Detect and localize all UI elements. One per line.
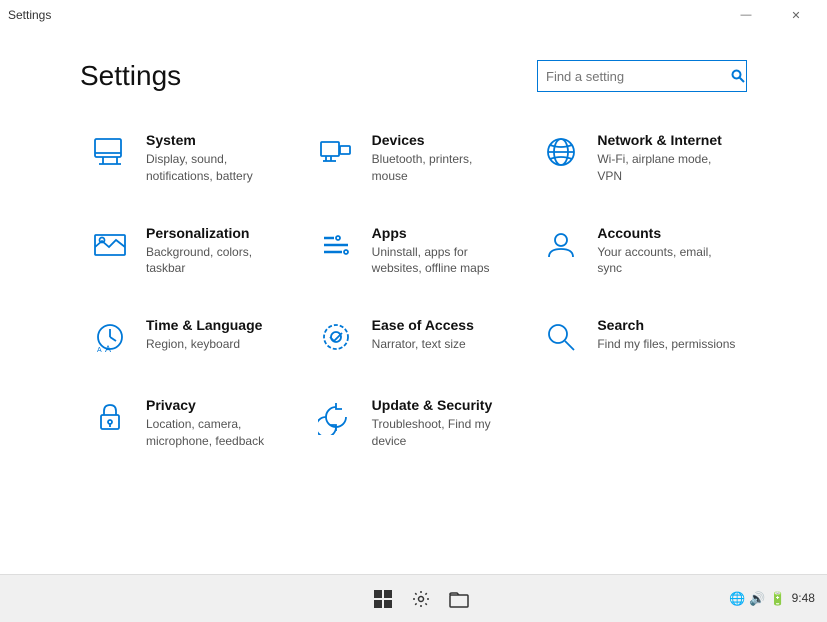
- search-desc: Find my files, permissions: [597, 336, 737, 353]
- system-text: System Display, sound, notifications, ba…: [146, 132, 286, 185]
- privacy-text: Privacy Location, camera, microphone, fe…: [146, 397, 286, 450]
- titlebar: Settings — ✕: [0, 0, 827, 30]
- search-input[interactable]: [538, 69, 730, 84]
- settings-item-ease[interactable]: Ease of Access Narrator, text size: [306, 307, 522, 367]
- taskbar-time: 9:48: [792, 591, 815, 607]
- personalization-name: Personalization: [146, 225, 286, 241]
- privacy-desc: Location, camera, microphone, feedback: [146, 416, 286, 450]
- privacy-name: Privacy: [146, 397, 286, 413]
- explorer-taskbar-icon[interactable]: [443, 583, 475, 615]
- system-name: System: [146, 132, 286, 148]
- header-row: Settings: [80, 60, 747, 92]
- taskbar: 🌐 🔊 🔋 9:48: [0, 574, 827, 622]
- accounts-icon: [541, 225, 581, 265]
- network-icon: [541, 132, 581, 172]
- time-desc: Region, keyboard: [146, 336, 286, 353]
- personalization-desc: Background, colors, taskbar: [146, 244, 286, 278]
- svg-text:A: A: [97, 347, 102, 354]
- settings-item-personalization[interactable]: Personalization Background, colors, task…: [80, 215, 296, 288]
- settings-item-privacy[interactable]: Privacy Location, camera, microphone, fe…: [80, 387, 296, 460]
- devices-desc: Bluetooth, printers, mouse: [372, 151, 512, 185]
- accounts-name: Accounts: [597, 225, 737, 241]
- svg-text:A: A: [105, 344, 111, 354]
- minimize-button[interactable]: —: [723, 0, 769, 30]
- search-name: Search: [597, 317, 737, 333]
- start-button[interactable]: [367, 583, 399, 615]
- ease-name: Ease of Access: [372, 317, 512, 333]
- settings-item-apps[interactable]: Apps Uninstall, apps for websites, offli…: [306, 215, 522, 288]
- system-desc: Display, sound, notifications, battery: [146, 151, 286, 185]
- taskbar-right: 🌐 🔊 🔋 9:48: [729, 591, 815, 607]
- update-icon: [316, 397, 356, 437]
- devices-icon: [316, 132, 356, 172]
- taskbar-center: [367, 583, 475, 615]
- network-sys-icon: 🌐: [729, 591, 745, 607]
- personalization-text: Personalization Background, colors, task…: [146, 225, 286, 278]
- close-button[interactable]: ✕: [773, 0, 819, 30]
- time-display: 9:48: [792, 591, 815, 607]
- time-name: Time & Language: [146, 317, 286, 333]
- ease-text: Ease of Access Narrator, text size: [372, 317, 512, 353]
- apps-name: Apps: [372, 225, 512, 241]
- settings-taskbar-icon[interactable]: [405, 583, 437, 615]
- sys-icons: 🌐 🔊 🔋: [729, 591, 786, 607]
- ease-desc: Narrator, text size: [372, 336, 512, 353]
- update-text: Update & Security Troubleshoot, Find my …: [372, 397, 512, 450]
- search-text: Search Find my files, permissions: [597, 317, 737, 353]
- ease-icon: [316, 317, 356, 357]
- devices-name: Devices: [372, 132, 512, 148]
- settings-grid: System Display, sound, notifications, ba…: [80, 122, 747, 460]
- network-desc: Wi-Fi, airplane mode, VPN: [597, 151, 737, 185]
- battery-sys-icon: 🔋: [769, 591, 785, 607]
- apps-desc: Uninstall, apps for websites, offline ma…: [372, 244, 512, 278]
- search-settings-icon: [541, 317, 581, 357]
- system-icon: [90, 132, 130, 172]
- network-text: Network & Internet Wi-Fi, airplane mode,…: [597, 132, 737, 185]
- network-name: Network & Internet: [597, 132, 737, 148]
- accounts-text: Accounts Your accounts, email, sync: [597, 225, 737, 278]
- accounts-desc: Your accounts, email, sync: [597, 244, 737, 278]
- time-text: Time & Language Region, keyboard: [146, 317, 286, 353]
- apps-text: Apps Uninstall, apps for websites, offli…: [372, 225, 512, 278]
- settings-item-search[interactable]: Search Find my files, permissions: [531, 307, 747, 367]
- volume-sys-icon: 🔊: [749, 591, 765, 607]
- update-desc: Troubleshoot, Find my device: [372, 416, 512, 450]
- settings-item-time[interactable]: A A Time & Language Region, keyboard: [80, 307, 296, 367]
- devices-text: Devices Bluetooth, printers, mouse: [372, 132, 512, 185]
- settings-item-devices[interactable]: Devices Bluetooth, printers, mouse: [306, 122, 522, 195]
- settings-item-system[interactable]: System Display, sound, notifications, ba…: [80, 122, 296, 195]
- page-title: Settings: [80, 60, 181, 92]
- search-icon[interactable]: [730, 60, 746, 92]
- update-name: Update & Security: [372, 397, 512, 413]
- settings-item-accounts[interactable]: Accounts Your accounts, email, sync: [531, 215, 747, 288]
- personalization-icon: [90, 225, 130, 265]
- titlebar-controls: — ✕: [723, 0, 819, 30]
- apps-icon: [316, 225, 356, 265]
- settings-item-update[interactable]: Update & Security Troubleshoot, Find my …: [306, 387, 522, 460]
- privacy-icon: [90, 397, 130, 437]
- settings-item-network[interactable]: Network & Internet Wi-Fi, airplane mode,…: [531, 122, 747, 195]
- titlebar-title: Settings: [8, 8, 51, 22]
- search-box: [537, 60, 747, 92]
- time-icon: A A: [90, 317, 130, 357]
- main-content: Settings: [0, 30, 827, 574]
